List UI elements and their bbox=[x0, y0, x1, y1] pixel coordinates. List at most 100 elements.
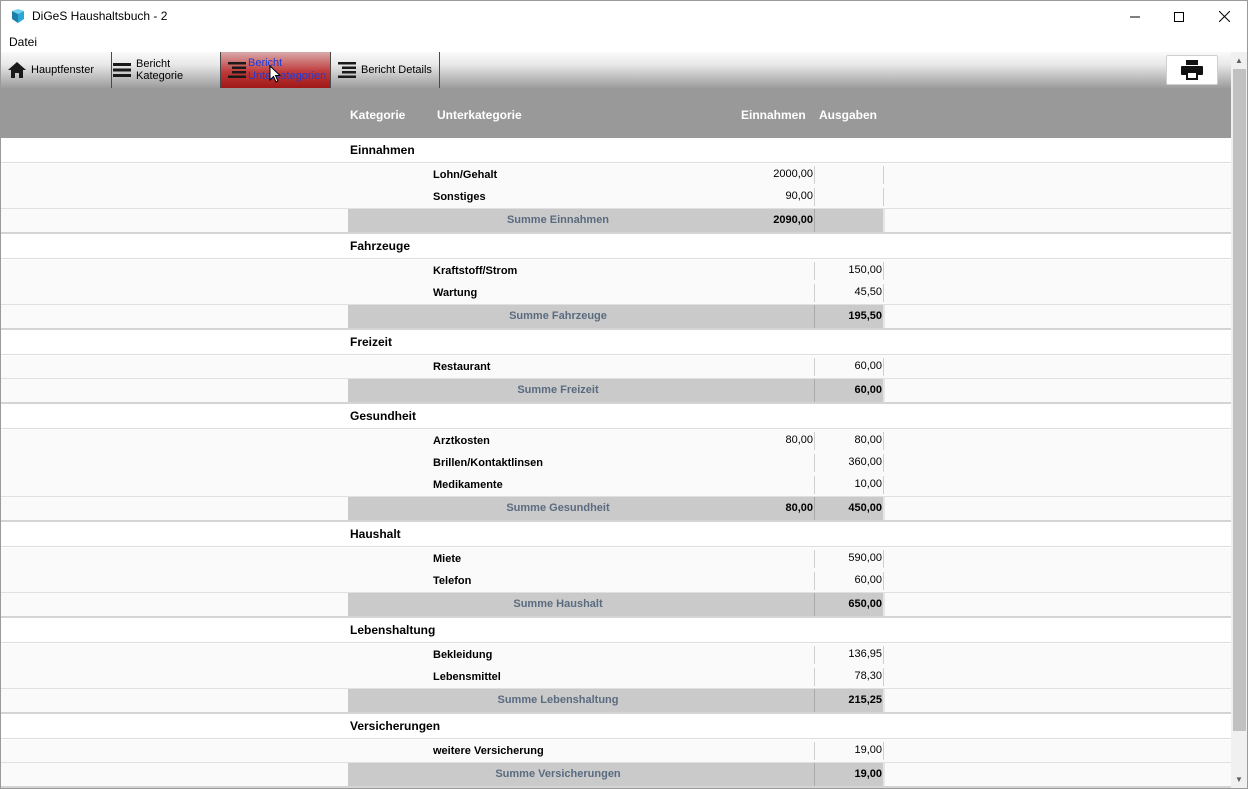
subcategory-label: Kraftstoff/Strom bbox=[433, 265, 518, 277]
details-list-icon bbox=[338, 62, 356, 78]
income-value: 80,00 bbox=[785, 434, 813, 446]
subcategory-label: Restaurant bbox=[433, 361, 491, 373]
bericht-kategorie-button[interactable]: Bericht Kategorie bbox=[112, 52, 221, 88]
column-divider bbox=[883, 742, 884, 760]
expense-value: 60,00 bbox=[854, 574, 882, 586]
column-divider bbox=[883, 358, 884, 376]
column-divider bbox=[883, 476, 884, 494]
expense-value: 60,00 bbox=[854, 360, 882, 372]
subcategory-row: Bekleidung 136,95 bbox=[1, 644, 1231, 666]
column-divider bbox=[883, 454, 884, 472]
bericht-details-label: Bericht Details bbox=[361, 64, 432, 76]
sum-box: Summe Versicherungen 19,00 bbox=[348, 763, 885, 787]
sum-label: Summe Freizeit bbox=[517, 384, 599, 396]
column-divider bbox=[814, 454, 815, 472]
sum-divider bbox=[814, 379, 815, 403]
subcategory-label: weitere Versicherung bbox=[433, 745, 544, 757]
subcategory-label: Wartung bbox=[433, 287, 478, 299]
category-row: Gesundheit bbox=[1, 404, 1231, 429]
indented-list-icon bbox=[228, 62, 246, 78]
bericht-unterkategorien-label-line2: Unterkategorien bbox=[248, 70, 327, 82]
sum-divider-end bbox=[883, 497, 885, 521]
category-label: Freizeit bbox=[350, 335, 393, 349]
hauptfenster-label: Hauptfenster bbox=[31, 64, 94, 76]
print-button[interactable] bbox=[1166, 55, 1218, 85]
bericht-details-button[interactable]: Bericht Details bbox=[331, 52, 440, 88]
close-button[interactable] bbox=[1201, 1, 1247, 32]
minimize-button[interactable] bbox=[1112, 1, 1158, 32]
category-label: Einnahmen bbox=[350, 143, 415, 157]
column-divider bbox=[883, 166, 884, 184]
sum-divider bbox=[814, 763, 815, 787]
column-divider bbox=[883, 668, 884, 686]
header-unterkategorie: Unterkategorie bbox=[437, 108, 522, 122]
printer-icon bbox=[1181, 60, 1203, 80]
sum-divider-end bbox=[883, 209, 885, 233]
sum-expense-value: 195,50 bbox=[848, 310, 882, 322]
menu-datei[interactable]: Datei bbox=[9, 35, 37, 49]
toolbar: Hauptfenster Bericht Kategorie Bericht U… bbox=[1, 52, 1231, 88]
subcategory-label: Lohn/Gehalt bbox=[433, 169, 498, 181]
sum-row: Summe Freizeit 60,00 bbox=[1, 378, 1231, 403]
group-separator bbox=[1, 786, 1231, 788]
expense-value: 80,00 bbox=[854, 434, 882, 446]
maximize-icon bbox=[1174, 11, 1184, 22]
subcategory-row: Brillen/Kontaktlinsen 360,00 bbox=[1, 452, 1231, 474]
sum-label: Summe Fahrzeuge bbox=[509, 310, 607, 322]
subcategory-label: Arztkosten bbox=[433, 435, 490, 447]
category-row: Einnahmen bbox=[1, 138, 1231, 163]
sum-expense-value: 60,00 bbox=[854, 384, 882, 396]
app-window: DiGeS Haushaltsbuch - 2 Datei Hauptfenst… bbox=[0, 0, 1248, 789]
home-icon bbox=[8, 62, 26, 78]
sum-divider-end bbox=[883, 593, 885, 617]
column-divider bbox=[814, 358, 815, 376]
column-divider bbox=[814, 166, 815, 184]
header-ausgaben: Ausgaben bbox=[819, 108, 878, 122]
column-divider bbox=[814, 572, 815, 590]
subcategory-label: Miete bbox=[433, 553, 462, 565]
column-divider bbox=[883, 646, 884, 664]
scroll-up-icon[interactable]: ▲ bbox=[1235, 56, 1243, 65]
column-divider bbox=[814, 668, 815, 686]
column-divider bbox=[883, 188, 884, 206]
scroll-down-icon[interactable]: ▼ bbox=[1235, 775, 1243, 784]
sum-box: Summe Fahrzeuge 195,50 bbox=[348, 305, 885, 329]
subcategory-row: Wartung 45,50 bbox=[1, 282, 1231, 304]
header-kategorie: Kategorie bbox=[350, 108, 406, 122]
column-divider bbox=[883, 432, 884, 450]
category-row: Fahrzeuge bbox=[1, 234, 1231, 259]
vertical-scrollbar[interactable]: ▲ ▼ bbox=[1231, 52, 1247, 788]
sum-income-value: 2090,00 bbox=[773, 214, 813, 226]
window-title: DiGeS Haushaltsbuch - 2 bbox=[32, 9, 168, 23]
sum-expense-value: 19,00 bbox=[854, 768, 882, 780]
category-label: Gesundheit bbox=[350, 409, 417, 423]
category-label: Fahrzeuge bbox=[350, 239, 411, 253]
expense-value: 45,50 bbox=[854, 286, 882, 298]
maximize-button[interactable] bbox=[1156, 1, 1202, 32]
column-divider bbox=[883, 262, 884, 280]
category-row: Versicherungen bbox=[1, 714, 1231, 739]
subcategory-row: Medikamente 10,00 bbox=[1, 474, 1231, 496]
column-divider bbox=[814, 432, 815, 450]
sum-box: Summe Einnahmen 2090,00 bbox=[348, 209, 885, 233]
subcategory-row: Arztkosten 80,00 80,00 bbox=[1, 430, 1231, 452]
list-icon bbox=[113, 63, 131, 77]
sum-row: Summe Lebenshaltung 215,25 bbox=[1, 688, 1231, 713]
expense-value: 590,00 bbox=[848, 552, 882, 564]
sum-expense-value: 450,00 bbox=[848, 502, 882, 514]
subcategory-label: Sonstiges bbox=[433, 191, 486, 203]
sum-row: Summe Versicherungen 19,00 bbox=[1, 762, 1231, 787]
sum-box: Summe Lebenshaltung 215,25 bbox=[348, 689, 885, 713]
expense-value: 360,00 bbox=[848, 456, 882, 468]
column-divider bbox=[883, 550, 884, 568]
sum-row: Summe Fahrzeuge 195,50 bbox=[1, 304, 1231, 329]
sum-divider-end bbox=[883, 763, 885, 787]
hauptfenster-button[interactable]: Hauptfenster bbox=[1, 52, 112, 88]
subcategory-label: Bekleidung bbox=[433, 649, 493, 661]
scrollbar-thumb[interactable] bbox=[1233, 69, 1246, 731]
subcategory-label: Brillen/Kontaktlinsen bbox=[433, 457, 544, 469]
sum-expense-value: 650,00 bbox=[848, 598, 882, 610]
subcategory-row: weitere Versicherung 19,00 bbox=[1, 740, 1231, 762]
sum-label: Summe Versicherungen bbox=[495, 768, 621, 780]
close-icon bbox=[1218, 11, 1230, 22]
